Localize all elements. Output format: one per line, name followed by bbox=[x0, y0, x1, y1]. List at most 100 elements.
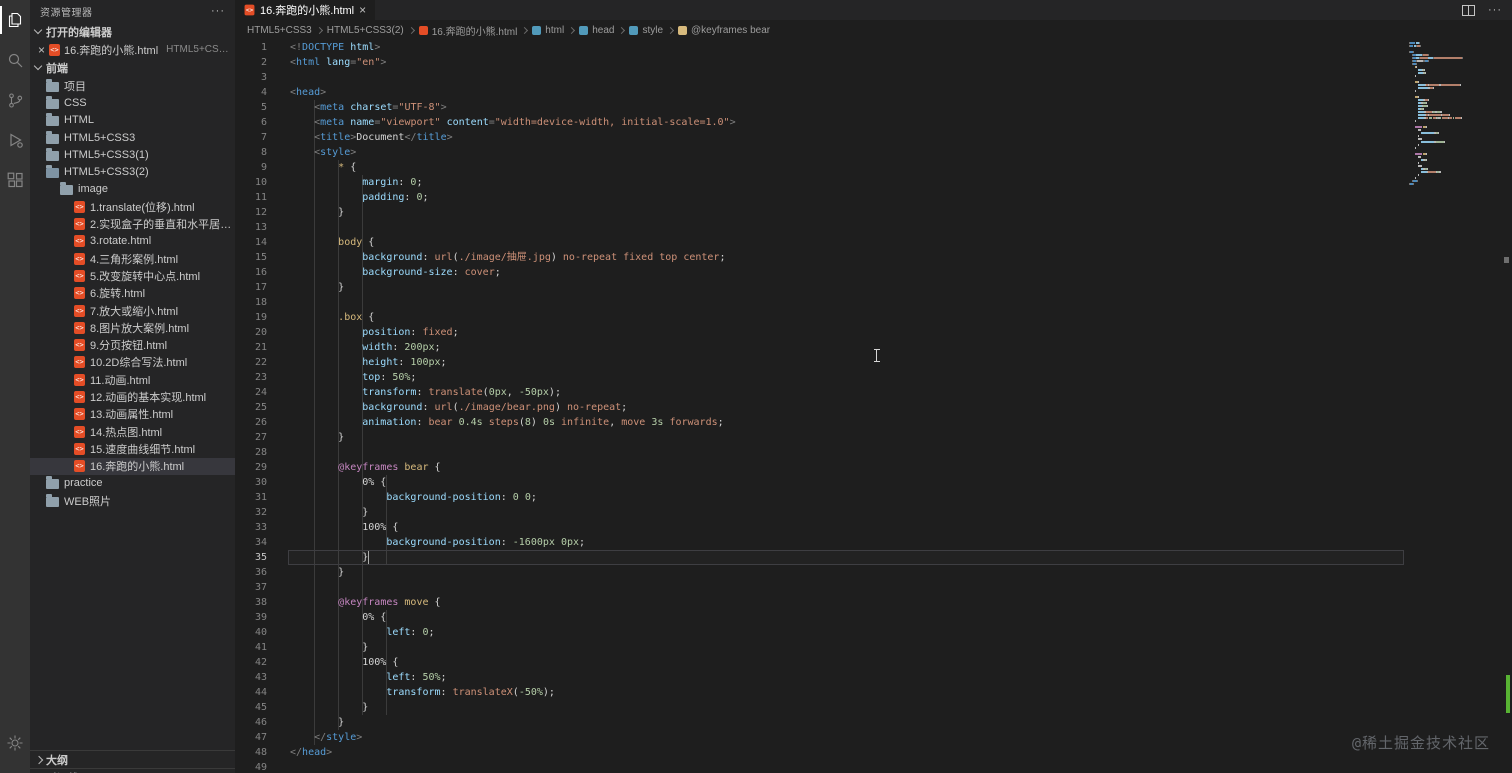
tree-item[interactable]: 13.动画属性.html bbox=[30, 406, 235, 423]
tree-item[interactable]: 4.三角形案例.html bbox=[30, 250, 235, 267]
code-line[interactable]: 33 100% { bbox=[235, 520, 1512, 535]
tree-item[interactable]: HTML bbox=[30, 112, 235, 129]
sidebar-more-actions-icon[interactable]: ··· bbox=[211, 5, 225, 17]
code-line[interactable]: 27 } bbox=[235, 430, 1512, 445]
tree-item[interactable]: 3.rotate.html bbox=[30, 233, 235, 250]
breadcrumb-item[interactable]: style bbox=[629, 25, 663, 36]
code-line[interactable]: 30 0% { bbox=[235, 475, 1512, 490]
code-line[interactable]: 40 left: 0; bbox=[235, 625, 1512, 640]
search-icon[interactable] bbox=[0, 40, 30, 80]
code-line[interactable]: 21 width: 200px; bbox=[235, 340, 1512, 355]
editor-more-actions-icon[interactable]: ··· bbox=[1488, 4, 1502, 16]
explorer-icon[interactable] bbox=[0, 0, 30, 40]
code-line[interactable]: 29 @keyframes bear { bbox=[235, 460, 1512, 475]
tree-item[interactable]: 12.动画的基本实现.html bbox=[30, 388, 235, 405]
code-line[interactable]: 25 background: url(./image/bear.png) no-… bbox=[235, 400, 1512, 415]
settings-icon[interactable] bbox=[0, 723, 30, 763]
code-line[interactable]: 34 background-position: -1600px 0px; bbox=[235, 535, 1512, 550]
code-line[interactable]: 5 <meta charset="UTF-8"> bbox=[235, 100, 1512, 115]
code-line[interactable]: 17 } bbox=[235, 280, 1512, 295]
code-line[interactable]: 13 bbox=[235, 220, 1512, 235]
source-control-icon[interactable] bbox=[0, 80, 30, 120]
code-line[interactable]: 8 <style> bbox=[235, 145, 1512, 160]
breadcrumb-item[interactable]: head bbox=[579, 25, 614, 36]
outline-section-header[interactable]: 大纲 bbox=[30, 750, 235, 768]
tree-item[interactable]: 6.旋转.html bbox=[30, 285, 235, 302]
run-debug-icon[interactable] bbox=[0, 120, 30, 160]
tab-close-icon[interactable]: × bbox=[359, 4, 366, 16]
breadcrumb-item[interactable]: @keyframes bear bbox=[678, 25, 770, 36]
tree-item[interactable]: 16.奔跑的小熊.html bbox=[30, 457, 235, 475]
code-line[interactable]: 46 } bbox=[235, 715, 1512, 730]
code-line[interactable]: 10 margin: 0; bbox=[235, 175, 1512, 190]
tree-item[interactable]: image bbox=[30, 181, 235, 198]
code-line[interactable]: 44 transform: translateX(-50%); bbox=[235, 685, 1512, 700]
breadcrumb-item[interactable]: HTML5+CSS3 bbox=[247, 25, 312, 36]
code-line[interactable]: 41 } bbox=[235, 640, 1512, 655]
code-line[interactable]: 16 background-size: cover; bbox=[235, 265, 1512, 280]
code-line[interactable]: 42 100% { bbox=[235, 655, 1512, 670]
code-line[interactable]: 18 bbox=[235, 295, 1512, 310]
tree-item[interactable]: HTML5+CSS3(2) bbox=[30, 163, 235, 180]
tree-item[interactable]: 5.改变旋转中心点.html bbox=[30, 267, 235, 284]
code-line[interactable]: 26 animation: bear 0.4s steps(8) 0s infi… bbox=[235, 415, 1512, 430]
code-line[interactable]: 32 } bbox=[235, 505, 1512, 520]
tree-item[interactable]: CSS bbox=[30, 94, 235, 111]
code-line[interactable]: 45 } bbox=[235, 700, 1512, 715]
code-line[interactable]: 3 bbox=[235, 70, 1512, 85]
code-line[interactable]: 47 </style> bbox=[235, 730, 1512, 745]
code-line[interactable]: 11 padding: 0; bbox=[235, 190, 1512, 205]
code-line[interactable]: 23 top: 50%; bbox=[235, 370, 1512, 385]
breadcrumb-item[interactable]: HTML5+CSS3(2) bbox=[327, 25, 404, 36]
code-line[interactable]: 36 } bbox=[235, 565, 1512, 580]
open-editor-item[interactable]: × 16.奔跑的小熊.html HTML5+CSS3... bbox=[30, 41, 235, 58]
code-line[interactable]: 9 * { bbox=[235, 160, 1512, 175]
open-editors-header[interactable]: 打开的编辑器 bbox=[30, 22, 235, 41]
tree-item[interactable]: 7.放大或缩小.html bbox=[30, 302, 235, 319]
close-icon[interactable]: × bbox=[38, 44, 45, 56]
extensions-icon[interactable] bbox=[0, 160, 30, 200]
code-editor[interactable]: 1 <!DOCTYPE html> 2 <html lang="en"> 3 4 <head… bbox=[235, 40, 1512, 773]
tree-item[interactable]: 15.速度曲线细节.html bbox=[30, 440, 235, 457]
tree-item[interactable]: practice bbox=[30, 475, 235, 492]
code-line[interactable]: 12 } bbox=[235, 205, 1512, 220]
tree-item[interactable]: HTML5+CSS3(1) bbox=[30, 146, 235, 163]
code-line[interactable]: 4 <head> bbox=[235, 85, 1512, 100]
tree-item[interactable]: 14.热点图.html bbox=[30, 423, 235, 440]
code-line[interactable]: 43 left: 50%; bbox=[235, 670, 1512, 685]
code-line[interactable]: 1 <!DOCTYPE html> bbox=[235, 40, 1512, 55]
code-line[interactable]: 19 .box { bbox=[235, 310, 1512, 325]
tree-item[interactable]: 2.实现盒子的垂直和水平居中对齐.html bbox=[30, 215, 235, 232]
code-line[interactable]: 38 @keyframes move { bbox=[235, 595, 1512, 610]
code-line[interactable]: 24 transform: translate(0px, -50px); bbox=[235, 385, 1512, 400]
code-line[interactable]: 20 position: fixed; bbox=[235, 325, 1512, 340]
code-line[interactable]: 22 height: 100px; bbox=[235, 355, 1512, 370]
code-line[interactable]: 6 <meta name="viewport" content="width=d… bbox=[235, 115, 1512, 130]
tree-item[interactable]: 项目 bbox=[30, 77, 235, 94]
code-line[interactable]: 15 background: url(./image/抽屉.jpg) no-re… bbox=[235, 250, 1512, 265]
code-line[interactable]: 2 <html lang="en"> bbox=[235, 55, 1512, 70]
code-line[interactable]: 49 bbox=[235, 760, 1512, 773]
tree-item[interactable]: 8.图片放大案例.html bbox=[30, 319, 235, 336]
code-line[interactable]: 7 <title>Document</title> bbox=[235, 130, 1512, 145]
breadcrumb-item[interactable]: html bbox=[532, 25, 564, 36]
code-line[interactable]: 31 background-position: 0 0; bbox=[235, 490, 1512, 505]
breadcrumb-item[interactable]: 16.奔跑的小熊.html bbox=[418, 23, 517, 38]
tree-item[interactable]: WEB照片 bbox=[30, 492, 235, 509]
split-editor-icon[interactable] bbox=[1462, 4, 1475, 16]
code-line[interactable]: 48 </head> bbox=[235, 745, 1512, 760]
code-line[interactable]: 35 } bbox=[235, 550, 1512, 565]
workspace-root-header[interactable]: 前端 bbox=[30, 58, 235, 77]
tree-item[interactable]: 1.translate(位移).html bbox=[30, 198, 235, 215]
tree-item[interactable]: 9.分页按钮.html bbox=[30, 336, 235, 353]
minimap[interactable] bbox=[1409, 42, 1493, 189]
code-line[interactable]: 37 bbox=[235, 580, 1512, 595]
timeline-section-header[interactable]: 时间线 bbox=[30, 768, 235, 773]
tree-item[interactable]: 10.2D综合写法.html bbox=[30, 354, 235, 371]
code-line[interactable]: 14 body { bbox=[235, 235, 1512, 250]
tab-active[interactable]: 16.奔跑的小熊.html × bbox=[235, 0, 376, 20]
tree-item[interactable]: HTML5+CSS3 bbox=[30, 129, 235, 146]
tree-item[interactable]: 11.动画.html bbox=[30, 371, 235, 388]
code-line[interactable]: 39 0% { bbox=[235, 610, 1512, 625]
code-line[interactable]: 28 bbox=[235, 445, 1512, 460]
